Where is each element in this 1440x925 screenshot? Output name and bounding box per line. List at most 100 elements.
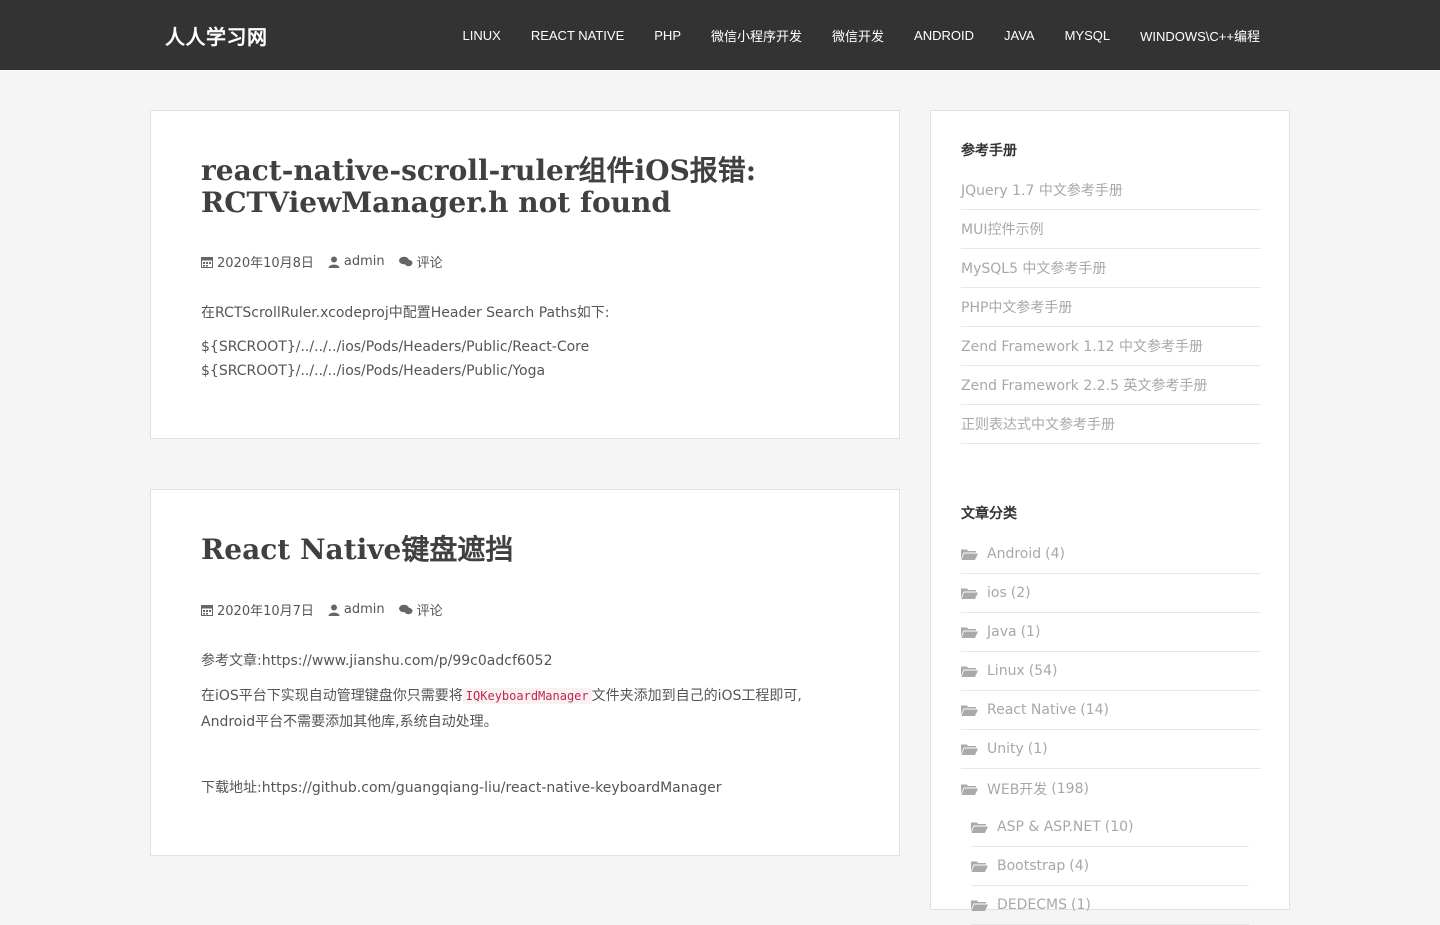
nav-item-android[interactable]: ANDROID <box>914 28 974 43</box>
site-brand[interactable]: 人人学习网 <box>165 21 268 50</box>
manual-link[interactable]: Zend Framework 1.12 中文参考手册 <box>961 327 1261 366</box>
nav-item-mysql[interactable]: MYSQL <box>1065 28 1111 43</box>
category-name[interactable]: Bootstrap <box>997 858 1065 874</box>
category-name[interactable]: WEB开发 <box>987 779 1047 799</box>
category-count: (4) <box>1069 858 1090 874</box>
post-date-text[interactable]: 2020年10月8日 <box>217 252 314 271</box>
folder-open-icon <box>961 666 978 677</box>
categories-list: Android (4) ios (2) Java (1) Linux (54) Reac… <box>961 535 1261 925</box>
post-author[interactable]: admin <box>328 254 385 269</box>
category-count: (198) <box>1051 780 1089 797</box>
subcategory-item[interactable]: DEDECMS (1) <box>971 886 1249 925</box>
post-author-text[interactable]: admin <box>344 254 385 269</box>
category-name[interactable]: Linux <box>987 663 1025 679</box>
inline-code: IQKeyboardManager <box>462 688 592 704</box>
user-icon <box>328 256 340 268</box>
nav-item-wechat-dev[interactable]: 微信开发 <box>832 26 884 45</box>
widget-title-categories: 文章分类 <box>961 506 1017 522</box>
category-item[interactable]: Java (1) <box>961 613 1261 652</box>
category-item[interactable]: React Native (14) <box>961 691 1261 730</box>
post-meta: 2020年10月7日 admin 评论 <box>201 600 457 619</box>
calendar-icon <box>201 256 213 268</box>
post-title-line[interactable]: react-native-scroll-ruler组件iOS报错: <box>201 155 861 187</box>
category-item[interactable]: WEB开发 (198) <box>961 769 1261 808</box>
main-nav: LINUX REACT NATIVE PHP 微信小程序开发 微信开发 ANDR… <box>433 0 1260 70</box>
manual-link[interactable]: MySQL5 中文参考手册 <box>961 249 1261 288</box>
manual-link[interactable]: 正则表达式中文参考手册 <box>961 405 1261 444</box>
category-name[interactable]: DEDECMS <box>997 897 1067 913</box>
category-count: (4) <box>1045 546 1065 562</box>
folder-open-icon <box>961 705 978 716</box>
post-paragraph: ${SRCROOT}/../../../ios/Pods/Headers/Pub… <box>201 363 546 379</box>
folder-open-icon <box>961 744 978 755</box>
category-item[interactable]: Android (4) <box>961 535 1261 574</box>
nav-item-java[interactable]: JAVA <box>1004 28 1035 43</box>
folder-open-icon <box>961 627 978 638</box>
post-paragraph: 下载地址:https://github.com/guangqiang-liu/r… <box>201 780 722 796</box>
category-item[interactable]: ios (2) <box>961 574 1261 613</box>
post-text-segment: 文件夹添加到自己的iOS工程即可, <box>591 688 802 704</box>
post-comments-text[interactable]: 评论 <box>417 252 443 271</box>
category-count: (2) <box>1010 585 1031 601</box>
nav-item-react-native[interactable]: REACT NATIVE <box>531 28 624 43</box>
sidebar: 参考手册 JQuery 1.7 中文参考手册 MUI控件示例 MySQL5 中文… <box>930 110 1290 925</box>
folder-open-icon <box>971 900 988 911</box>
nav-item-php[interactable]: PHP <box>654 28 681 43</box>
category-count: (10) <box>1104 819 1134 835</box>
post-date-text[interactable]: 2020年10月7日 <box>217 600 314 619</box>
folder-open-icon <box>971 861 988 872</box>
category-count: (14) <box>1080 702 1110 718</box>
post-date[interactable]: 2020年10月7日 <box>201 600 314 619</box>
post-text-segment: 在iOS平台下实现自动管理键盘你只需要将 <box>201 688 463 704</box>
category-item[interactable]: Linux (54) <box>961 652 1261 691</box>
post-card: react-native-scroll-ruler组件iOS报错: RCTVie… <box>150 110 900 439</box>
category-name[interactable]: Java <box>987 624 1017 640</box>
category-count: (1) <box>1071 897 1091 913</box>
folder-open-icon <box>961 784 978 795</box>
post-comments[interactable]: 评论 <box>398 252 443 271</box>
post-comments-text[interactable]: 评论 <box>417 600 443 619</box>
category-name[interactable]: Unity <box>987 741 1024 757</box>
category-count: (54) <box>1028 663 1058 679</box>
nav-item-linux[interactable]: LINUX <box>463 28 501 43</box>
category-name[interactable]: Android <box>987 546 1041 562</box>
post-text-segment: Android平台不需要添加其他库,系统自动处理。 <box>201 714 498 730</box>
category-item[interactable]: Unity (1) <box>961 730 1261 769</box>
category-count: (1) <box>1020 624 1041 640</box>
post-paragraph: 在iOS平台下实现自动管理键盘你只需要将 IQKeyboardManager 文件夹… <box>201 683 849 735</box>
folder-open-icon <box>961 549 978 560</box>
manual-link[interactable]: PHP中文参考手册 <box>961 288 1261 327</box>
nav-item-windows-cpp[interactable]: WINDOWS\C++编程 <box>1140 26 1260 45</box>
manual-link[interactable]: JQuery 1.7 中文参考手册 <box>961 171 1261 210</box>
post-title[interactable]: react-native-scroll-ruler组件iOS报错: RCTVie… <box>201 155 861 219</box>
post-title-line[interactable]: RCTViewManager.h not found <box>201 187 861 219</box>
post-author[interactable]: admin <box>328 602 385 617</box>
post-paragraph: 参考文章:https://www.jianshu.com/p/99c0adcf6… <box>201 653 553 669</box>
widget-title-manuals: 参考手册 <box>961 143 1017 159</box>
manuals-list: JQuery 1.7 中文参考手册 MUI控件示例 MySQL5 中文参考手册 … <box>961 171 1261 444</box>
subcategory-item[interactable]: ASP & ASP.NET (10) <box>971 808 1249 847</box>
folder-open-icon <box>961 588 978 599</box>
category-name[interactable]: ios <box>987 585 1007 601</box>
post-card: React Native键盘遮挡 2020年10月7日 admin 评论 参考文… <box>150 489 900 856</box>
nav-item-wechat-miniprogram[interactable]: 微信小程序开发 <box>711 26 802 45</box>
user-icon <box>328 604 340 616</box>
subcategory-item[interactable]: Bootstrap (4) <box>971 847 1249 886</box>
category-count: (1) <box>1027 741 1048 757</box>
category-name[interactable]: ASP & ASP.NET <box>997 819 1101 835</box>
top-navbar: 人人学习网 LINUX REACT NATIVE PHP 微信小程序开发 微信开… <box>0 0 1440 70</box>
post-paragraph: ${SRCROOT}/../../../ios/Pods/Headers/Pub… <box>201 339 590 355</box>
post-paragraph: 在RCTScrollRuler.xcodeproj中配置Header Searc… <box>201 305 610 321</box>
comments-icon <box>398 256 413 266</box>
post-title[interactable]: React Native键盘遮挡 <box>201 534 861 566</box>
category-name[interactable]: React Native <box>987 702 1076 718</box>
post-date[interactable]: 2020年10月8日 <box>201 252 314 271</box>
post-author-text[interactable]: admin <box>344 602 385 617</box>
calendar-icon <box>201 604 213 616</box>
post-comments[interactable]: 评论 <box>398 600 443 619</box>
comments-icon <box>398 604 413 614</box>
manual-link[interactable]: MUI控件示例 <box>961 210 1261 249</box>
post-meta: 2020年10月8日 admin 评论 <box>201 252 457 271</box>
manual-link[interactable]: Zend Framework 2.2.5 英文参考手册 <box>961 366 1261 405</box>
folder-open-icon <box>971 822 988 833</box>
